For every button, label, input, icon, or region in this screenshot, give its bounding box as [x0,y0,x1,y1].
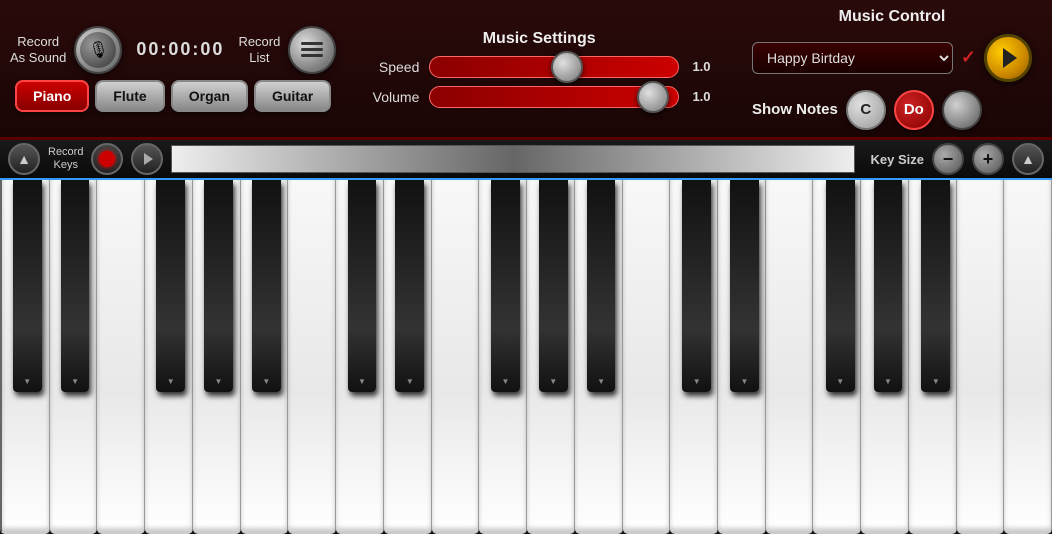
organ-button[interactable]: Organ [171,80,248,112]
piano-button[interactable]: Piano [15,80,89,112]
black-key-4[interactable]: ▼ [252,180,281,392]
volume-slider-row: Volume 1.0 [364,86,714,108]
record-list-label: Record List [238,34,280,65]
key-size-label: Key Size [863,152,924,167]
piano-keyboard[interactable]: ▼ ▼ ▼ ▼ ▼ ▼ ▼ ▼ ▼ ▼ ▼ ▼ ▼ ▼ ▼ [0,180,1052,534]
white-key-9[interactable] [432,180,480,534]
black-key-arrow-icon: ▼ [167,377,175,386]
record-list-button[interactable] [288,26,336,74]
speed-label: Speed [364,59,419,75]
black-key-9[interactable]: ▼ [587,180,616,392]
play-button[interactable] [131,143,163,175]
black-key-arrow-icon: ▼ [693,377,701,386]
black-key-arrow-icon: ▼ [501,377,509,386]
scroll-right-button[interactable]: ▲ [1012,143,1044,175]
black-key-11[interactable]: ▼ [730,180,759,392]
note-do-button[interactable]: Do [894,90,934,130]
black-key-arrow-icon: ▼ [884,377,892,386]
checkmark-icon: ✓ [961,47,976,68]
guitar-button[interactable]: Guitar [254,80,331,112]
black-key-arrow-icon: ▼ [262,377,270,386]
black-key-arrow-icon: ▼ [932,377,940,386]
white-key-13[interactable] [623,180,671,534]
notes-knob[interactable] [942,90,982,130]
record-keys-label: Record Keys [48,146,83,172]
scroll-up-button[interactable]: ▲ [8,143,40,175]
list-icon [301,42,323,57]
timer-display: 00:00:00 [130,39,230,60]
music-control-panel: Music Control Happy Birtday ✓ Show Notes… [742,0,1042,138]
play-icon [1003,48,1017,68]
microphone-icon: 🎙 [80,32,116,68]
black-key-6[interactable]: ▼ [395,180,424,392]
music-settings-panel: Music Settings Speed 1.0 Volume 1.0 [344,22,734,116]
volume-slider-thumb[interactable] [637,81,669,113]
white-key-6[interactable] [288,180,336,534]
left-controls: Record As Sound 🎙 00:00:00 Record List P… [10,26,336,112]
key-size-decrease-button[interactable]: − [932,143,964,175]
black-key-arrow-icon: ▼ [836,377,844,386]
top-bar: Record As Sound 🎙 00:00:00 Record List P… [0,0,1052,140]
black-key-10[interactable]: ▼ [682,180,711,392]
top-buttons: Record As Sound 🎙 00:00:00 Record List [10,26,336,74]
black-key-1[interactable]: ▼ [61,180,90,392]
music-settings-title: Music Settings [483,30,596,48]
black-key-12[interactable]: ▼ [826,180,855,392]
black-key-arrow-icon: ▼ [597,377,605,386]
speed-slider-thumb[interactable] [551,51,583,83]
record-bar: ▲ Record Keys Key Size − + ▲ [0,140,1052,180]
black-key-14[interactable]: ▼ [921,180,950,392]
record-button[interactable] [91,143,123,175]
record-as-sound-button[interactable]: 🎙 [74,26,122,74]
volume-value: 1.0 [689,89,714,104]
white-key-20[interactable] [957,180,1005,534]
black-key-8[interactable]: ▼ [539,180,568,392]
black-key-arrow-icon: ▼ [23,377,31,386]
flute-button[interactable]: Flute [95,80,164,112]
key-size-increase-button[interactable]: + [972,143,1004,175]
black-key-arrow-icon: ▼ [215,377,223,386]
song-selector[interactable]: Happy Birtday [752,42,953,74]
bottom-section: ▼ ▼ ▼ ▼ ▼ ▼ ▼ ▼ ▼ ▼ ▼ ▼ ▼ ▼ ▼ [0,180,1052,534]
black-key-arrow-icon: ▼ [741,377,749,386]
black-key-5[interactable]: ▼ [348,180,377,392]
song-row: Happy Birtday ✓ [752,34,1032,82]
mini-keyboard-display [171,145,854,173]
black-key-13[interactable]: ▼ [874,180,903,392]
record-dot-icon [99,151,115,167]
speed-slider-row: Speed 1.0 [364,56,714,78]
black-key-arrow-icon: ▼ [358,377,366,386]
music-control-title: Music Control [839,8,946,26]
black-key-arrow-icon: ▼ [406,377,414,386]
volume-label: Volume [364,89,419,105]
black-key-0[interactable]: ▼ [13,180,42,392]
black-key-2[interactable]: ▼ [156,180,185,392]
white-key-21[interactable] [1004,180,1052,534]
black-key-arrow-icon: ▼ [549,377,557,386]
black-key-7[interactable]: ▼ [491,180,520,392]
black-key-arrow-icon: ▼ [71,377,79,386]
play-song-button[interactable] [984,34,1032,82]
speed-value: 1.0 [689,59,714,74]
white-key-2[interactable] [97,180,145,534]
record-as-sound-label: Record As Sound [10,34,66,65]
instrument-buttons: Piano Flute Organ Guitar [15,80,331,112]
speed-slider-track[interactable] [429,56,679,78]
black-key-3[interactable]: ▼ [204,180,233,392]
white-key-16[interactable] [766,180,814,534]
show-notes-row: Show Notes C Do [752,90,982,130]
volume-slider-track[interactable] [429,86,679,108]
play-small-icon [144,153,153,165]
note-c-button[interactable]: C [846,90,886,130]
show-notes-label: Show Notes [752,101,838,118]
